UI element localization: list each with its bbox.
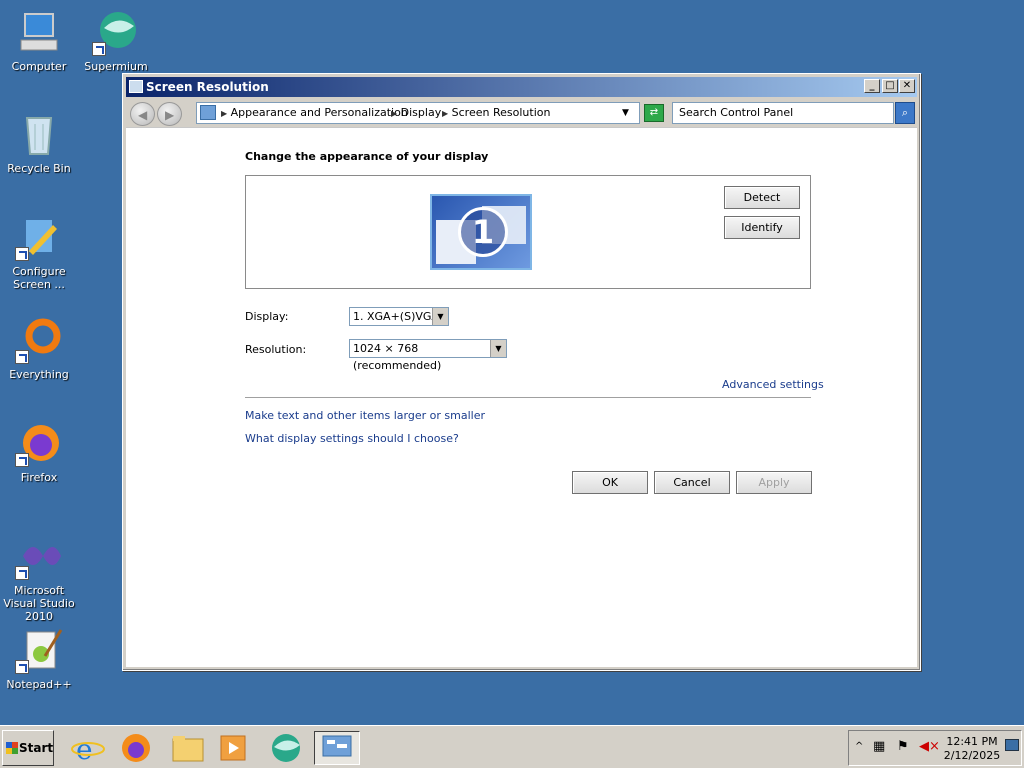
windows-logo-icon [6,742,18,754]
address-bar[interactable]: ▶ Appearance and Personalization ▶ Displ… [196,102,640,124]
navigation-toolbar: ◀ ▶ ▶ Appearance and Personalization ▶ D… [126,99,917,127]
breadcrumb-arrow-icon: ▶ [221,109,228,118]
back-arrow-icon: ◀ [138,108,148,122]
start-label: Start [19,741,54,755]
desktop-icon-label: Supermium [84,60,148,73]
svg-text:e: e [76,733,93,765]
desktop-icon-firefox[interactable]: Firefox [0,419,78,484]
desktop-icon-label: Computer [11,60,67,73]
back-button[interactable]: ◀ [130,102,155,126]
breadcrumb-arrow-icon: ▶ [442,109,449,118]
everything-icon [15,316,63,364]
internet-explorer-icon[interactable]: e [70,731,106,766]
display-select[interactable]: 1. XGA+(S)VGA ▼ [349,307,449,326]
configure-screen-icon [15,213,63,261]
media-player-icon[interactable] [217,731,253,765]
forward-arrow-icon: ▶ [165,108,175,122]
page-heading: Change the appearance of your display [245,150,489,163]
cancel-button[interactable]: Cancel [654,471,730,494]
visual-studio-icon [15,532,63,580]
file-explorer-icon[interactable] [170,731,206,765]
volume-muted-icon[interactable]: ◀× [919,739,940,754]
advanced-settings-link[interactable]: Advanced settings [722,378,824,391]
computer-icon [15,8,63,56]
taskbar: Start e ^ ▦ ⚑ ◀× 12:41 PM 2/12/2025 [0,725,1024,768]
supermium-icon[interactable] [268,731,304,765]
display-label: Display: [245,310,289,323]
screen-resolution-window: Screen Resolution _ □ ✕ ◀ ▶ ▶ Appearance… [122,73,921,671]
divider [245,397,811,398]
supermium-icon [92,8,140,56]
window-icon [129,80,143,93]
action-center-flag-icon[interactable]: ⚑ [897,739,909,754]
show-desktop-icon[interactable] [1005,739,1019,751]
desktop-icon-label: Firefox [20,471,58,484]
shortcut-arrow-icon [15,350,29,364]
desktop-icon-visual-studio[interactable]: Microsoft Visual Studio 2010 [0,532,78,623]
search-icon: ⌕ [901,106,909,119]
breadcrumb-screen-resolution[interactable]: Screen Resolution [452,106,551,119]
recycle-bin-icon [15,110,63,158]
firefox-icon[interactable] [118,731,154,765]
desktop-icon-computer[interactable]: Computer [0,8,78,73]
monitor-preview-panel: 1 Detect Identify [245,175,811,289]
forward-button[interactable]: ▶ [157,102,182,126]
ok-button[interactable]: OK [572,471,648,494]
shortcut-arrow-icon [15,453,29,467]
desktop-icon-label: Configure Screen ... [12,265,66,291]
close-button[interactable]: ✕ [899,79,915,93]
system-tray: ^ ▦ ⚑ ◀× 12:41 PM 2/12/2025 [848,730,1022,766]
desktop-icon-configure-screen[interactable]: Configure Screen ... [0,213,78,291]
address-dropdown-icon[interactable]: ▼ [622,103,629,123]
resolution-select[interactable]: 1024 × 768 (recommended) ▼ [349,339,507,372]
control-panel-icon[interactable] [314,731,360,765]
content-pane: Change the appearance of your display 1 … [126,127,917,667]
clock-date: 2/12/2025 [943,749,1001,762]
refresh-button[interactable]: ⇄ [644,104,664,122]
chevron-down-icon: ▼ [432,308,448,325]
firefox-icon [15,419,63,467]
breadcrumb-display[interactable]: Display [401,106,442,119]
search-button[interactable]: ⌕ [895,102,915,124]
resolution-label: Resolution: [245,343,307,356]
apply-button[interactable]: Apply [736,471,812,494]
search-input[interactable]: Search Control Panel [672,102,894,124]
shortcut-arrow-icon [15,660,29,674]
start-button[interactable]: Start [2,730,54,766]
desktop-icon-notepadpp[interactable]: Notepad++ [0,626,78,691]
network-icon[interactable]: ▦ [873,739,885,754]
chevron-down-icon: ▼ [490,340,506,357]
search-placeholder: Search Control Panel [679,106,794,119]
clock[interactable]: 12:41 PM 2/12/2025 [943,735,1001,763]
detect-button[interactable]: Detect [724,186,800,209]
monitor-number: 1 [458,207,508,257]
clock-time: 12:41 PM [946,735,998,748]
display-value: 1. XGA+(S)VGA [353,310,439,323]
control-panel-icon [200,105,216,120]
desktop-icon-recycle-bin[interactable]: Recycle Bin [0,110,78,175]
text-size-link[interactable]: Make text and other items larger or smal… [245,409,485,422]
display-help-link[interactable]: What display settings should I choose? [245,432,459,445]
show-hidden-icons-icon[interactable]: ^ [855,741,863,752]
notepadpp-icon [15,626,63,674]
title-bar[interactable]: Screen Resolution _ □ ✕ [126,77,917,97]
desktop-icon-label: Recycle Bin [7,162,71,175]
desktop-icon-label: Microsoft Visual Studio 2010 [3,584,75,623]
shortcut-arrow-icon [15,566,29,580]
breadcrumb-appearance[interactable]: Appearance and Personalization [231,106,408,119]
shortcut-arrow-icon [15,247,29,261]
desktop-icon-supermium[interactable]: Supermium [77,8,155,73]
identify-button[interactable]: Identify [724,216,800,239]
maximize-button[interactable]: □ [882,79,898,93]
desktop-icon-label: Notepad++ [6,678,72,691]
shortcut-arrow-icon [92,42,106,56]
breadcrumb-arrow-icon: ▶ [391,109,398,118]
desktop-icon-label: Everything [9,368,69,381]
desktop-icon-everything[interactable]: Everything [0,316,78,381]
minimize-button[interactable]: _ [864,79,880,93]
window-title: Screen Resolution [146,80,269,94]
monitor-1-thumbnail[interactable]: 1 [430,194,532,270]
resolution-value: 1024 × 768 (recommended) [353,342,442,372]
